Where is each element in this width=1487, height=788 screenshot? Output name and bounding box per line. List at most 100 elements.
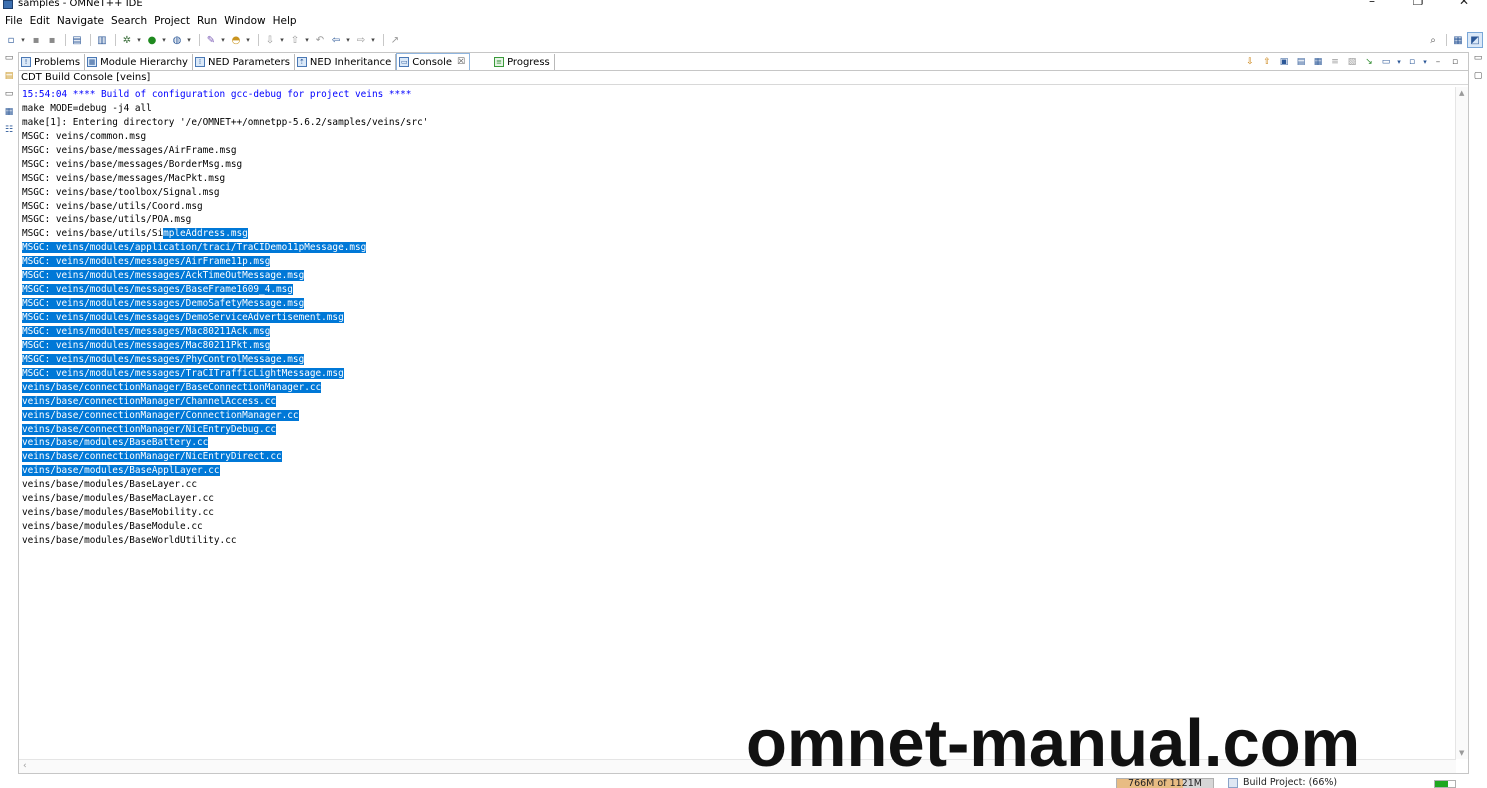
menu-bar: File Edit Navigate Search Project Run Wi… [0, 12, 1487, 29]
build-progress-bar[interactable] [1434, 780, 1456, 788]
console-line-text: MSGC: veins/base/messages/BorderMsg.msg [22, 158, 243, 170]
project-explorer-icon[interactable]: ▤ [3, 70, 15, 82]
wand-icon[interactable]: ✎ [204, 33, 218, 47]
maximize-button[interactable]: ❐ [1395, 0, 1441, 10]
console-line-text: make MODE=debug -j4 all [22, 102, 152, 114]
profile-dropdown-icon[interactable]: ▾ [186, 36, 192, 44]
menu-window[interactable]: Window [224, 15, 265, 27]
console-line: make MODE=debug -j4 all [22, 102, 1456, 116]
tab-ned-inheritance[interactable]: ⇡ NED Inheritance [294, 54, 397, 70]
search-icon[interactable]: ⌕ [1426, 33, 1440, 47]
close-button[interactable]: ✕ [1441, 0, 1487, 10]
pin-editor-icon[interactable]: ↗ [388, 33, 402, 47]
back-icon[interactable]: ⇦ [329, 33, 343, 47]
save-all-icon[interactable]: ▪ [45, 33, 59, 47]
console-line: MSGC: veins/base/messages/BorderMsg.msg [22, 158, 1456, 172]
scroll-lock-disabled-icon[interactable]: ▧ [1345, 55, 1359, 69]
print-icon[interactable]: ▤ [70, 33, 84, 47]
forward-icon[interactable]: ⇨ [354, 33, 368, 47]
tab-progress[interactable]: ≡ Progress [470, 54, 555, 70]
new-icon[interactable]: ▫ [4, 33, 18, 47]
copy-build-log-icon[interactable]: ▦ [1311, 55, 1325, 69]
annotation-next-icon[interactable]: ⇩ [263, 33, 277, 47]
menu-edit[interactable]: Edit [30, 15, 50, 27]
console-line: MSGC: veins/base/toolbox/Signal.msg [22, 186, 1456, 200]
open-console-dropdown-icon[interactable]: ▾ [1422, 55, 1428, 69]
debug-icon[interactable]: ✲ [120, 33, 134, 47]
perspective-icon[interactable]: ◩ [1467, 32, 1483, 48]
arrow-down-icon[interactable]: ⇩ [1243, 55, 1257, 69]
maximize-view-icon[interactable]: ▫ [1448, 55, 1462, 69]
wand-dropdown-icon[interactable]: ▾ [220, 36, 226, 44]
minimize-button[interactable]: – [1349, 0, 1395, 10]
minimize-view-icon[interactable]: – [1431, 55, 1445, 69]
scroll-lock-icon[interactable]: ▣ [1277, 55, 1291, 69]
console-line: veins/base/modules/BaseMobility.cc [22, 506, 1456, 520]
console-selected-text: MSGC: veins/modules/messages/PhyControlM… [22, 353, 305, 365]
open-console-icon[interactable]: ▫ [1405, 55, 1419, 69]
open-perspective-icon[interactable]: ▦ [1451, 33, 1465, 47]
menu-navigate[interactable]: Navigate [57, 15, 104, 27]
tab-problems[interactable]: ! Problems [19, 54, 86, 70]
outline-icon[interactable]: ☷ [3, 124, 15, 136]
right-trim-stack: ▭ ▢ [1469, 52, 1487, 92]
display-console-dropdown-icon[interactable]: ▾ [1396, 55, 1402, 69]
console-line-text: MSGC: veins/base/utils/POA.msg [22, 214, 192, 226]
console-line-text: make[1]: Entering directory '/e/OMNET++/… [22, 116, 429, 128]
tab-label: Problems [34, 56, 81, 68]
view-icon[interactable]: ▢ [1472, 70, 1484, 82]
menu-project[interactable]: Project [154, 15, 190, 27]
annotation-next-dropdown-icon[interactable]: ▾ [279, 36, 285, 44]
back-dropdown-icon[interactable]: ▾ [345, 36, 351, 44]
open-folder-icon[interactable]: ◓ [229, 33, 243, 47]
menu-search[interactable]: Search [111, 15, 147, 27]
menu-file[interactable]: File [5, 15, 23, 27]
annotation-prev-icon[interactable]: ⇧ [288, 33, 302, 47]
arrow-up-icon[interactable]: ⇧ [1260, 55, 1274, 69]
console-line: veins/base/modules/BaseBattery.cc [22, 436, 1456, 450]
new-dropdown-icon[interactable]: ▾ [20, 36, 26, 44]
menu-run[interactable]: Run [197, 15, 217, 27]
properties-icon[interactable]: ▦ [3, 106, 15, 118]
tab-close-icon[interactable]: ☒ [457, 57, 465, 67]
debug-dropdown-icon[interactable]: ▾ [136, 36, 142, 44]
watermark-text: omnet-manual.com [746, 706, 1361, 781]
restore-icon[interactable]: ▭ [3, 88, 15, 100]
scroll-down-icon[interactable]: ▼ [1459, 749, 1464, 757]
console-line: make[1]: Entering directory '/e/OMNET++/… [22, 116, 1456, 130]
run-dropdown-icon[interactable]: ▾ [161, 36, 167, 44]
annotation-prev-dropdown-icon[interactable]: ▾ [304, 36, 310, 44]
display-console-icon[interactable]: ▭ [1379, 55, 1393, 69]
save-icon[interactable]: ▪ [29, 33, 43, 47]
restore-icon[interactable]: ▭ [1472, 52, 1484, 64]
menu-help[interactable]: Help [273, 15, 297, 27]
clear-console-icon[interactable]: ▤ [1294, 55, 1308, 69]
console-line-text: MSGC: veins/base/utils/Si [22, 228, 164, 240]
toolbar-separator [90, 34, 91, 46]
profile-icon[interactable]: ◍ [170, 33, 184, 47]
last-edit-icon[interactable]: ↶ [313, 33, 327, 47]
tab-ned-parameters[interactable]: ⁞ NED Parameters [192, 54, 295, 70]
console-line: veins/base/modules/BaseMacLayer.cc [22, 492, 1456, 506]
omnetpp-app-icon [3, 0, 13, 9]
console-line: veins/base/connectionManager/NicEntryDir… [22, 450, 1456, 464]
build-progress-fill [1435, 781, 1449, 787]
scroll-up-icon[interactable]: ▲ [1459, 89, 1464, 97]
pin-console-icon[interactable]: ↘ [1362, 55, 1376, 69]
window-title: samples - OMNeT++ IDE [18, 0, 143, 9]
tab-console[interactable]: ▭ Console ☒ [396, 53, 471, 70]
build-icon[interactable]: ▥ [95, 33, 109, 47]
console-selected-text: MSGC: veins/modules/messages/DemoService… [22, 312, 344, 323]
console-line: veins/base/modules/BaseLayer.cc [22, 478, 1456, 492]
open-dropdown-icon[interactable]: ▾ [245, 36, 251, 44]
word-wrap-icon[interactable]: ≡ [1328, 55, 1342, 69]
scroll-left-icon[interactable]: ‹ [23, 761, 27, 771]
console-line: veins/base/connectionManager/NicEntryDeb… [22, 423, 1456, 437]
run-icon[interactable]: ● [145, 33, 159, 47]
vertical-scrollbar[interactable]: ▲ ▼ [1455, 87, 1468, 759]
restore-icon[interactable]: ▭ [3, 52, 15, 64]
tab-module-hierarchy[interactable]: ▦ Module Hierarchy [85, 54, 193, 70]
forward-dropdown-icon[interactable]: ▾ [370, 36, 376, 44]
console-selected-text: MSGC: veins/modules/messages/DemoSafetyM… [22, 298, 305, 310]
console-output[interactable]: 15:54:04 **** Build of configuration gcc… [19, 87, 1456, 759]
